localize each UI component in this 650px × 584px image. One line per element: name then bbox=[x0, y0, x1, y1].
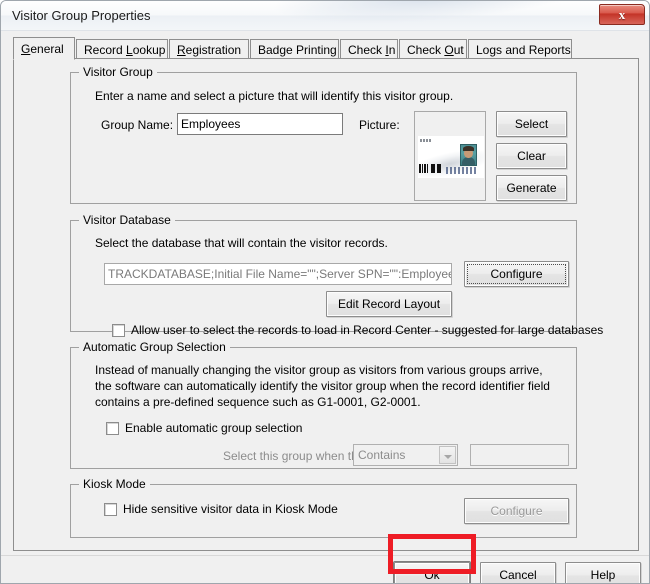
chevron-down-icon[interactable] bbox=[439, 446, 456, 464]
configure-kiosk-button[interactable]: Configure bbox=[464, 498, 569, 524]
tab-record-lookup-label: Record bbox=[84, 43, 127, 57]
enable-automatic-group-selection-checkbox[interactable]: Enable automatic group selection bbox=[106, 421, 406, 437]
hide-sensitive-data-checkbox[interactable]: Hide sensitive visitor data in Kiosk Mod… bbox=[104, 502, 404, 518]
tab-check-out[interactable]: Check Out bbox=[399, 39, 467, 59]
checkbox-label: Allow user to select the records to load… bbox=[131, 323, 604, 337]
clear-picture-button[interactable]: Clear bbox=[496, 143, 567, 169]
groupbox-visitor-database-title: Visitor Database bbox=[79, 213, 175, 227]
picture-label: Picture: bbox=[359, 118, 400, 132]
group-name-label: Group Name: bbox=[101, 118, 174, 132]
help-button[interactable]: Help bbox=[565, 562, 641, 583]
badge-caption-text bbox=[446, 167, 476, 174]
checkbox-box bbox=[106, 422, 119, 435]
tab-check-in[interactable]: Check In bbox=[340, 39, 398, 59]
visitor-database-description: Select the database that will contain th… bbox=[95, 236, 388, 250]
tab-general-label: eneral bbox=[30, 42, 64, 56]
badge-photo-icon bbox=[460, 144, 477, 166]
barcode-icon bbox=[419, 164, 445, 173]
groupbox-kiosk-mode: Kiosk Mode Hide sensitive visitor data i… bbox=[70, 477, 577, 538]
tab-badge-printing-label: Badge Printing bbox=[258, 43, 337, 57]
groupbox-visitor-group: Visitor Group Enter a name and select a … bbox=[70, 65, 577, 204]
close-icon[interactable]: x bbox=[599, 4, 645, 25]
picture-preview[interactable] bbox=[414, 111, 486, 201]
select-picture-button[interactable]: Select bbox=[496, 111, 567, 137]
badge-photo-body bbox=[462, 157, 475, 165]
window-title: Visitor Group Properties bbox=[12, 8, 151, 23]
visitor-group-description: Enter a name and select a picture that w… bbox=[95, 89, 454, 103]
dialog-window: Visitor Group Properties x General Recor… bbox=[0, 0, 650, 584]
checkbox-box bbox=[112, 324, 125, 337]
generate-picture-button[interactable]: Generate bbox=[496, 175, 567, 201]
cancel-button[interactable]: Cancel bbox=[480, 562, 556, 583]
title-bar: Visitor Group Properties x bbox=[1, 1, 649, 31]
tab-general[interactable]: General bbox=[13, 37, 75, 60]
dialog-footer: Ok Cancel Help bbox=[1, 555, 649, 583]
tab-panel-general: Visitor Group Enter a name and select a … bbox=[13, 58, 639, 551]
allow-user-select-records-checkbox[interactable]: Allow user to select the records to load… bbox=[112, 323, 603, 339]
badge-photo-hair bbox=[463, 146, 474, 151]
checkbox-label: Enable automatic group selection bbox=[125, 421, 303, 435]
badge-thumbnail bbox=[418, 136, 484, 178]
configure-database-button[interactable]: Configure bbox=[464, 261, 569, 287]
edit-record-layout-button[interactable]: Edit Record Layout bbox=[326, 291, 452, 317]
tab-registration[interactable]: Registration bbox=[169, 39, 249, 59]
close-glyph: x bbox=[618, 7, 626, 22]
groupbox-kiosk-mode-title: Kiosk Mode bbox=[79, 477, 150, 491]
tab-general-acc: G bbox=[21, 42, 31, 56]
automatic-group-selection-description: Instead of manually changing the visitor… bbox=[95, 363, 550, 409]
checkbox-box bbox=[104, 503, 117, 516]
tab-badge-printing[interactable]: Badge Printing bbox=[250, 39, 339, 59]
dialog-client-area: General Record Lookup Registration Badge… bbox=[1, 31, 649, 583]
chevron-down-glyph bbox=[444, 455, 452, 459]
groupbox-automatic-group-selection: Automatic Group Selection Instead of man… bbox=[70, 340, 577, 469]
tab-registration-label: egistration bbox=[185, 43, 242, 57]
groupbox-automatic-group-selection-title: Automatic Group Selection bbox=[79, 340, 230, 354]
group-name-input[interactable]: Employees bbox=[177, 113, 343, 135]
id-field-condition-dropdown[interactable]: Contains bbox=[353, 444, 458, 466]
ok-button[interactable]: Ok bbox=[394, 562, 470, 583]
groupbox-visitor-group-title: Visitor Group bbox=[79, 65, 157, 79]
id-field-match-input[interactable] bbox=[470, 444, 569, 466]
checkbox-label: Hide sensitive visitor data in Kiosk Mod… bbox=[123, 502, 338, 516]
database-connection-input[interactable]: TRACKDATABASE;Initial File Name="";Serve… bbox=[104, 263, 452, 285]
footer-divider bbox=[1, 555, 649, 556]
tab-strip: General Record Lookup Registration Badge… bbox=[13, 37, 639, 60]
tab-logs-and-reports[interactable]: Logs and Reports bbox=[468, 39, 572, 59]
badge-top-text bbox=[420, 139, 432, 142]
id-field-condition-value: Contains bbox=[358, 448, 406, 462]
groupbox-visitor-database: Visitor Database Select the database tha… bbox=[70, 213, 603, 337]
tab-record-lookup[interactable]: Record Lookup bbox=[76, 39, 168, 59]
